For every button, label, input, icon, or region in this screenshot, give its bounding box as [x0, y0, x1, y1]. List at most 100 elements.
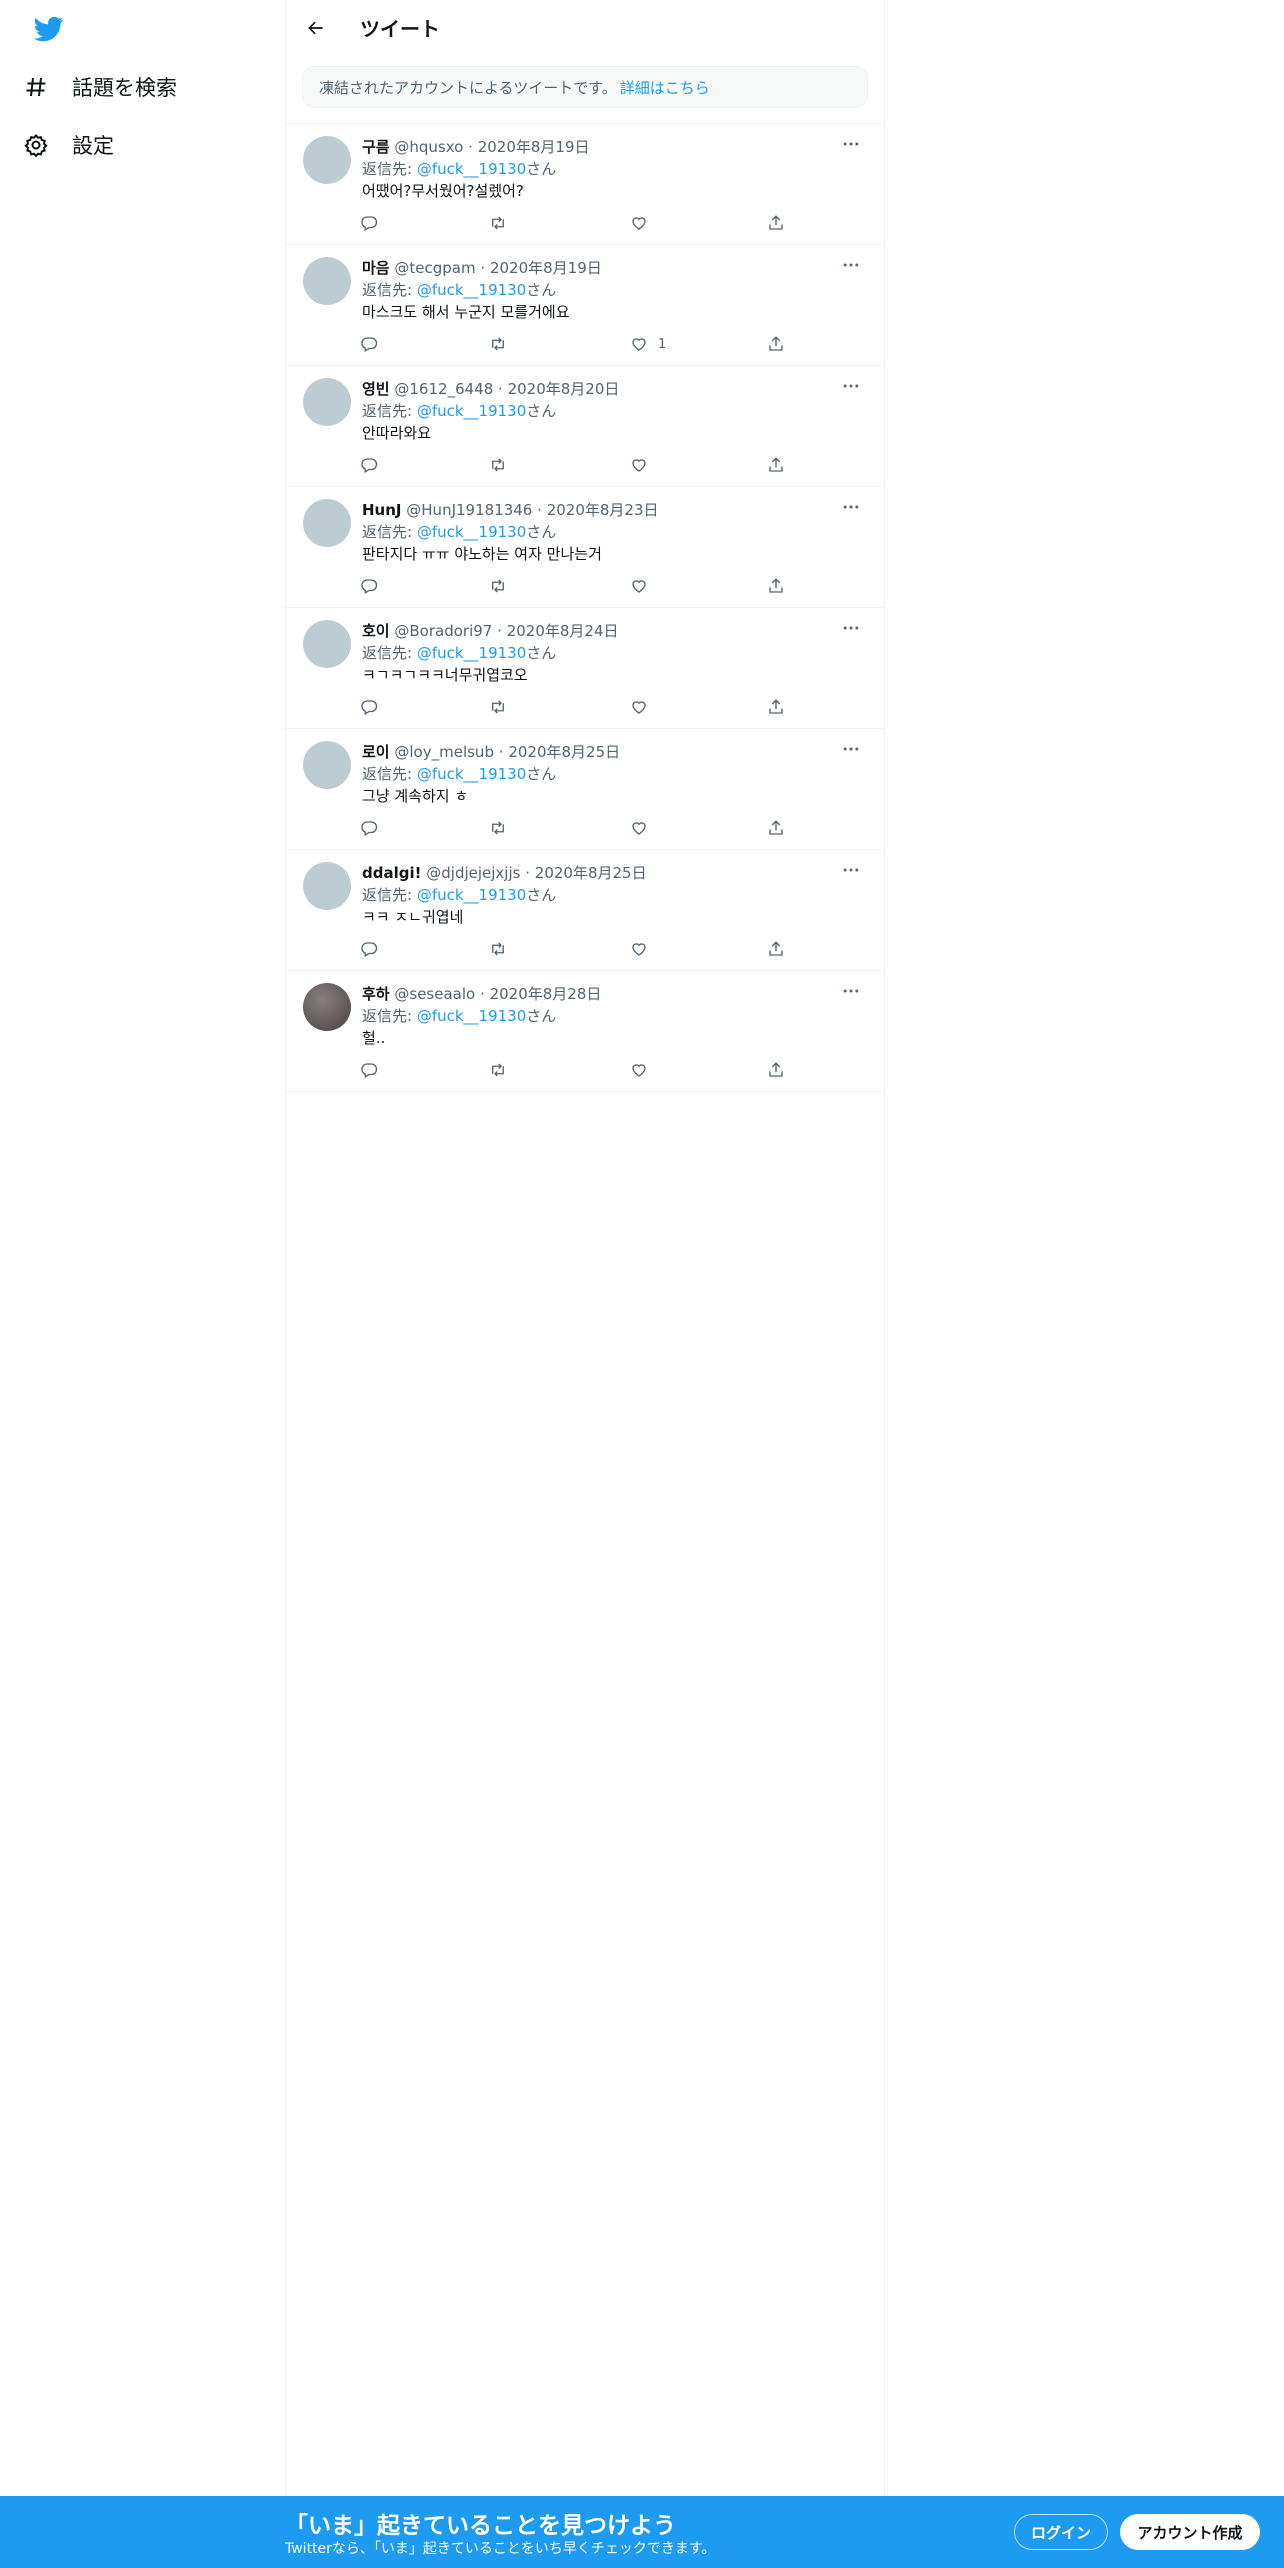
tweet[interactable]: 마음 @tecgpam · 2020年8月19日 返信先: @fuck__1913…: [286, 244, 884, 365]
reply-button[interactable]: [360, 212, 378, 234]
reply-button[interactable]: [360, 333, 378, 355]
user-name[interactable]: HunJ: [362, 501, 402, 519]
user-name[interactable]: 구름: [362, 138, 390, 156]
more-button[interactable]: [837, 979, 865, 1003]
avatar[interactable]: [303, 257, 351, 305]
share-icon: [769, 1062, 783, 1077]
mention-link[interactable]: @fuck__19130: [417, 523, 526, 541]
share-button[interactable]: [767, 938, 785, 960]
sidebar-item-settings[interactable]: 設定: [24, 119, 114, 171]
tweet[interactable]: 로이 @loy_melsub · 2020年8月25日 返信先: @fuck__1…: [286, 728, 884, 849]
user-name[interactable]: 로이: [362, 743, 390, 761]
reply-button[interactable]: [360, 938, 378, 960]
user-handle[interactable]: @tecgpam: [394, 259, 475, 277]
retweet-button[interactable]: [489, 575, 507, 597]
reply-button[interactable]: [360, 454, 378, 476]
tweet[interactable]: 후하 @seseaalo · 2020年8月28日 返信先: @fuck__191…: [286, 970, 884, 1092]
user-name[interactable]: 후하: [362, 985, 390, 1003]
user-name[interactable]: 마음: [362, 259, 390, 277]
share-button[interactable]: [767, 1059, 785, 1081]
avatar[interactable]: [303, 136, 351, 184]
more-button[interactable]: [837, 374, 865, 398]
mention-link[interactable]: @fuck__19130: [417, 402, 526, 420]
share-button[interactable]: [767, 575, 785, 597]
share-button[interactable]: [767, 212, 785, 234]
avatar[interactable]: [303, 983, 351, 1031]
tweet-date[interactable]: 2020年8月25日: [508, 743, 620, 761]
mention-link[interactable]: @fuck__19130: [417, 1007, 526, 1025]
tweet-date[interactable]: 2020年8月24日: [507, 622, 619, 640]
reply-button[interactable]: [360, 575, 378, 597]
tweet[interactable]: ddalgi! @djdjejejxjjs · 2020年8月25日 返信先: @…: [286, 849, 884, 970]
banner-subtitle: Twitterなら、「いま」起きていることをいち早くチェックできます。: [285, 2541, 716, 2557]
mention-link[interactable]: @fuck__19130: [417, 765, 526, 783]
retweet-button[interactable]: [489, 938, 507, 960]
avatar[interactable]: [303, 499, 351, 547]
more-button[interactable]: [837, 737, 865, 761]
share-button[interactable]: [767, 454, 785, 476]
user-handle[interactable]: @loy_melsub: [394, 743, 494, 761]
reply-icon: [361, 1063, 378, 1078]
tweet-date[interactable]: 2020年8月25日: [535, 864, 647, 882]
more-button[interactable]: [837, 616, 865, 640]
retweet-button[interactable]: [489, 212, 507, 234]
share-button[interactable]: [767, 817, 785, 839]
mention-link[interactable]: @fuck__19130: [417, 281, 526, 299]
retweet-button[interactable]: [489, 1059, 507, 1081]
tweet[interactable]: 구름 @hqusxo · 2020年8月19日 返信先: @fuck__19130…: [286, 123, 884, 244]
tweet-date[interactable]: 2020年8月28日: [490, 985, 602, 1003]
retweet-button[interactable]: [489, 333, 507, 355]
like-button[interactable]: [630, 212, 658, 234]
user-handle[interactable]: @1612_6448: [394, 380, 493, 398]
like-button[interactable]: [630, 454, 658, 476]
user-name[interactable]: ddalgi!: [362, 864, 421, 882]
like-button[interactable]: [630, 817, 658, 839]
retweet-button[interactable]: [489, 817, 507, 839]
mention-link[interactable]: @fuck__19130: [417, 160, 526, 178]
user-handle[interactable]: @Boradori97: [394, 622, 492, 640]
like-button[interactable]: [630, 938, 658, 960]
more-button[interactable]: [837, 132, 865, 156]
sidebar-item-explore[interactable]: 話題を検索: [24, 61, 177, 113]
tweet[interactable]: HunJ @HunJ19181346 · 2020年8月23日 返信先: @fuc…: [286, 486, 884, 607]
retweet-button[interactable]: [489, 696, 507, 718]
user-handle[interactable]: @HunJ19181346: [406, 501, 532, 519]
retweet-icon: [492, 942, 504, 956]
back-button[interactable]: [300, 12, 332, 44]
avatar[interactable]: [303, 620, 351, 668]
like-button[interactable]: 1: [630, 333, 666, 355]
avatar[interactable]: [303, 862, 351, 910]
reply-label: 返信先:: [362, 1007, 417, 1025]
like-button[interactable]: [630, 696, 658, 718]
learn-more-link[interactable]: 詳細はこちら: [620, 77, 710, 98]
reply-button[interactable]: [360, 1059, 378, 1081]
share-button[interactable]: [767, 333, 785, 355]
like-button[interactable]: [630, 1059, 658, 1081]
avatar[interactable]: [303, 378, 351, 426]
user-handle[interactable]: @hqusxo: [394, 138, 463, 156]
user-handle[interactable]: @djdjejejxjjs: [426, 864, 520, 882]
avatar[interactable]: [303, 741, 351, 789]
user-name[interactable]: 호이: [362, 622, 390, 640]
tweet[interactable]: 영빈 @1612_6448 · 2020年8月20日 返信先: @fuck__19…: [286, 365, 884, 486]
like-button[interactable]: [630, 575, 658, 597]
tweet-date[interactable]: 2020年8月19日: [490, 259, 602, 277]
signup-button[interactable]: アカウント作成: [1120, 2514, 1260, 2550]
share-button[interactable]: [767, 696, 785, 718]
tweet[interactable]: 호이 @Boradori97 · 2020年8月24日 返信先: @fuck__1…: [286, 607, 884, 728]
reply-button[interactable]: [360, 696, 378, 718]
twitter-bird-icon[interactable]: [32, 14, 66, 44]
retweet-button[interactable]: [489, 454, 507, 476]
more-button[interactable]: [837, 253, 865, 277]
reply-button[interactable]: [360, 817, 378, 839]
tweet-date[interactable]: 2020年8月20日: [508, 380, 620, 398]
user-handle[interactable]: @seseaalo: [394, 985, 475, 1003]
more-button[interactable]: [837, 495, 865, 519]
tweet-date[interactable]: 2020年8月23日: [547, 501, 659, 519]
mention-link[interactable]: @fuck__19130: [417, 886, 526, 904]
user-name[interactable]: 영빈: [362, 380, 390, 398]
more-button[interactable]: [837, 858, 865, 882]
mention-link[interactable]: @fuck__19130: [417, 644, 526, 662]
tweet-date[interactable]: 2020年8月19日: [478, 138, 590, 156]
login-button[interactable]: ログイン: [1014, 2514, 1108, 2550]
